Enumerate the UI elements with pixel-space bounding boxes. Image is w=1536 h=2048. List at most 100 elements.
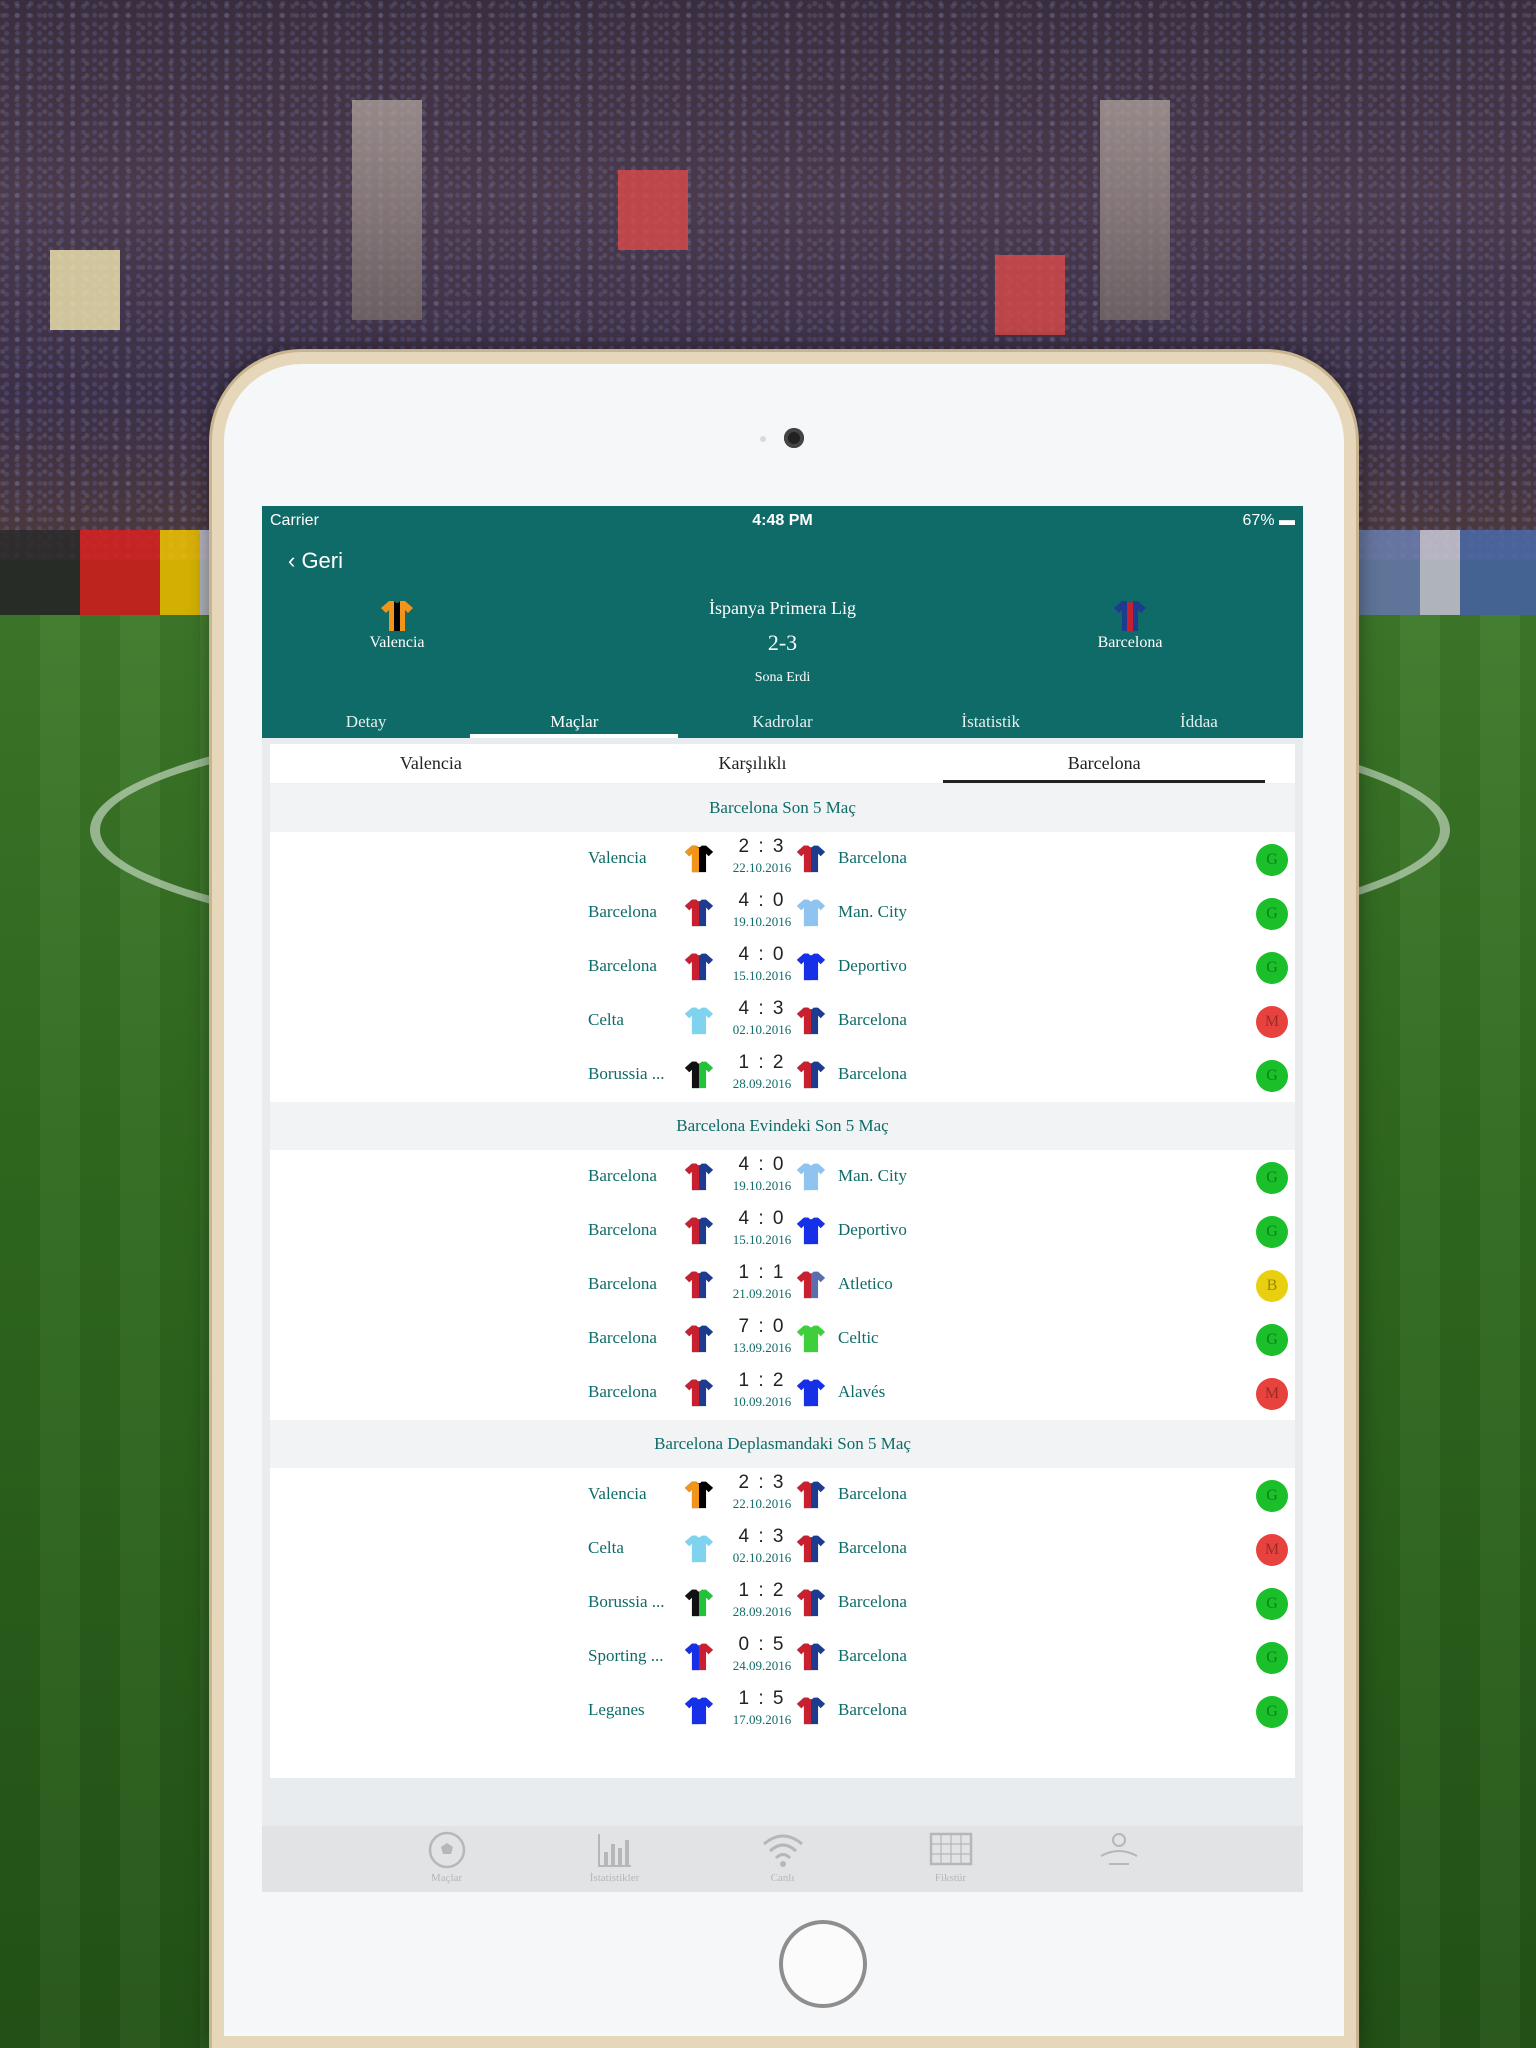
match-row[interactable]: Celta 4 : 3 02.10.2016 Barcelona M [270,994,1295,1048]
home-button[interactable] [779,1920,867,2008]
match-row[interactable]: Borussia ... 1 : 2 28.09.2016 Barcelona G [270,1048,1295,1102]
result-badge: M [1256,1534,1288,1566]
wifi-icon [762,1834,803,1867]
tab-kadrolar[interactable]: Kadrolar [678,704,886,738]
match-row[interactable]: Sporting ... 0 : 5 24.09.2016 Barcelona G [270,1630,1295,1684]
match-row[interactable]: Barcelona 1 : 2 10.09.2016 Alavés M [270,1366,1295,1420]
tabbar-item-maclar[interactable]: Maçlar [363,1826,531,1892]
status-bar: Carrier 4:48 PM 67% ▬ [262,506,1303,536]
match-date: 21.09.2016 [732,1286,792,1301]
result-badge: G [1256,1162,1288,1194]
away-shirt-icon [796,1061,826,1089]
tab-istatistik[interactable]: İstatistik [887,704,1095,738]
stadium-pillar [1100,100,1170,320]
match-date: 28.09.2016 [732,1604,792,1619]
home-shirt [684,1160,714,1197]
home-shirt [684,1532,714,1569]
subtab-karsilikli[interactable]: Karşılıklı [592,744,914,783]
home-shirt [684,842,714,879]
section-title: Barcelona Deplasmandaki Son 5 Maç [270,1420,1295,1468]
home-team-name: Valencia [588,848,647,867]
away-shirt [796,1376,826,1413]
match-date: 24.09.2016 [732,1658,792,1673]
match-row[interactable]: Barcelona 4 : 0 15.10.2016 Deportivo G [270,1204,1295,1258]
away-team-name: Deportivo [838,1220,907,1239]
result-badge: G [1256,1588,1288,1620]
away-shirt [796,896,826,933]
away-shirt-icon [796,1535,826,1563]
away-shirt [796,1586,826,1623]
away-team-name: Man. City [838,902,907,921]
match-date: 28.09.2016 [732,1076,792,1091]
away-team[interactable]: Barcelona [1070,598,1190,652]
home-shirt [684,1268,714,1305]
subtab-barcelona[interactable]: Barcelona [943,744,1266,783]
home-team-name: Barcelona [588,902,657,921]
away-shirt-icon [796,1163,826,1191]
home-shirt-icon [684,1379,714,1407]
result-badge: G [1256,1060,1288,1092]
tabbar-item-logo[interactable] [1035,1826,1203,1892]
clock: 4:48 PM [752,512,813,529]
match-date: 15.10.2016 [732,1232,792,1247]
crowd-flag [995,255,1065,335]
match-score: 2 : 3 [738,1472,786,1493]
match-row[interactable]: Valencia 2 : 3 22.10.2016 Barcelona G [270,1468,1295,1522]
away-shirt [796,1058,826,1095]
match-date: 22.10.2016 [732,1496,792,1511]
match-row[interactable]: Borussia ... 1 : 2 28.09.2016 Barcelona G [270,1576,1295,1630]
back-button[interactable]: ‹ Geri [288,548,343,574]
away-shirt-icon [796,1589,826,1617]
result-badge: G [1256,1642,1288,1674]
soccer-ball-icon [428,1831,465,1869]
app-screen: Carrier 4:48 PM 67% ▬ ‹ Geri Valencia İs… [262,506,1303,1892]
home-team-name: Valencia [588,1484,647,1503]
subtab-valencia[interactable]: Valencia [270,744,592,783]
match-row[interactable]: Valencia 2 : 3 22.10.2016 Barcelona G [270,832,1295,886]
tabbar-item-istatistikler[interactable]: İstatistikler [531,1826,699,1892]
away-shirt [796,1322,826,1359]
tabbar-item-fikstur[interactable]: Fikstür [867,1826,1035,1892]
home-shirt [684,1058,714,1095]
away-shirt [796,1160,826,1197]
match-date: 22.10.2016 [732,860,792,875]
away-team-name: Barcelona [838,1484,907,1503]
home-team-name: Leganes [588,1700,645,1719]
home-team-name: Barcelona [588,1166,657,1185]
match-score: 4 : 0 [738,890,786,911]
home-shirt [684,1004,714,1041]
match-score: 1 : 2 [738,1370,786,1391]
result-badge: G [1256,1216,1288,1248]
away-shirt [796,1478,826,1515]
away-shirt-icon [796,1481,826,1509]
match-row[interactable]: Leganes 1 : 5 17.09.2016 Barcelona G [270,1684,1295,1738]
match-score: 1 : 5 [738,1688,786,1709]
match-row[interactable]: Barcelona 1 : 1 21.09.2016 Atletico B [270,1258,1295,1312]
match-row[interactable]: Barcelona 7 : 0 13.09.2016 Celtic G [270,1312,1295,1366]
home-shirt [684,1586,714,1623]
tab-maclar[interactable]: Maçlar [470,704,679,738]
home-shirt-icon [684,953,714,981]
match-row[interactable]: Celta 4 : 3 02.10.2016 Barcelona M [270,1522,1295,1576]
away-team-name: Barcelona [838,1538,907,1557]
match-date: 13.09.2016 [732,1340,792,1355]
home-team-name: Borussia ... [588,1592,665,1611]
home-shirt [684,1214,714,1251]
app-logo-icon [1100,1833,1137,1865]
match-row[interactable]: Barcelona 4 : 0 19.10.2016 Man. City G [270,1150,1295,1204]
home-team-name: Barcelona [588,1382,657,1401]
away-team-shirt-icon [1114,601,1146,631]
match-row[interactable]: Barcelona 4 : 0 19.10.2016 Man. City G [270,886,1295,940]
bar-chart-icon [597,1834,631,1867]
result-badge: G [1256,952,1288,984]
home-shirt [684,1640,714,1677]
tab-detay[interactable]: Detay [262,704,470,738]
tabbar-item-canli[interactable]: Canlı [699,1826,867,1892]
home-shirt [684,1694,714,1731]
tab-iddaa[interactable]: İddaa [1095,704,1303,738]
match-row[interactable]: Barcelona 4 : 0 15.10.2016 Deportivo G [270,940,1295,994]
crowd-flag [50,250,120,330]
home-shirt-icon [684,1061,714,1089]
home-team-name: Sporting ... [588,1646,664,1665]
away-shirt [796,1694,826,1731]
